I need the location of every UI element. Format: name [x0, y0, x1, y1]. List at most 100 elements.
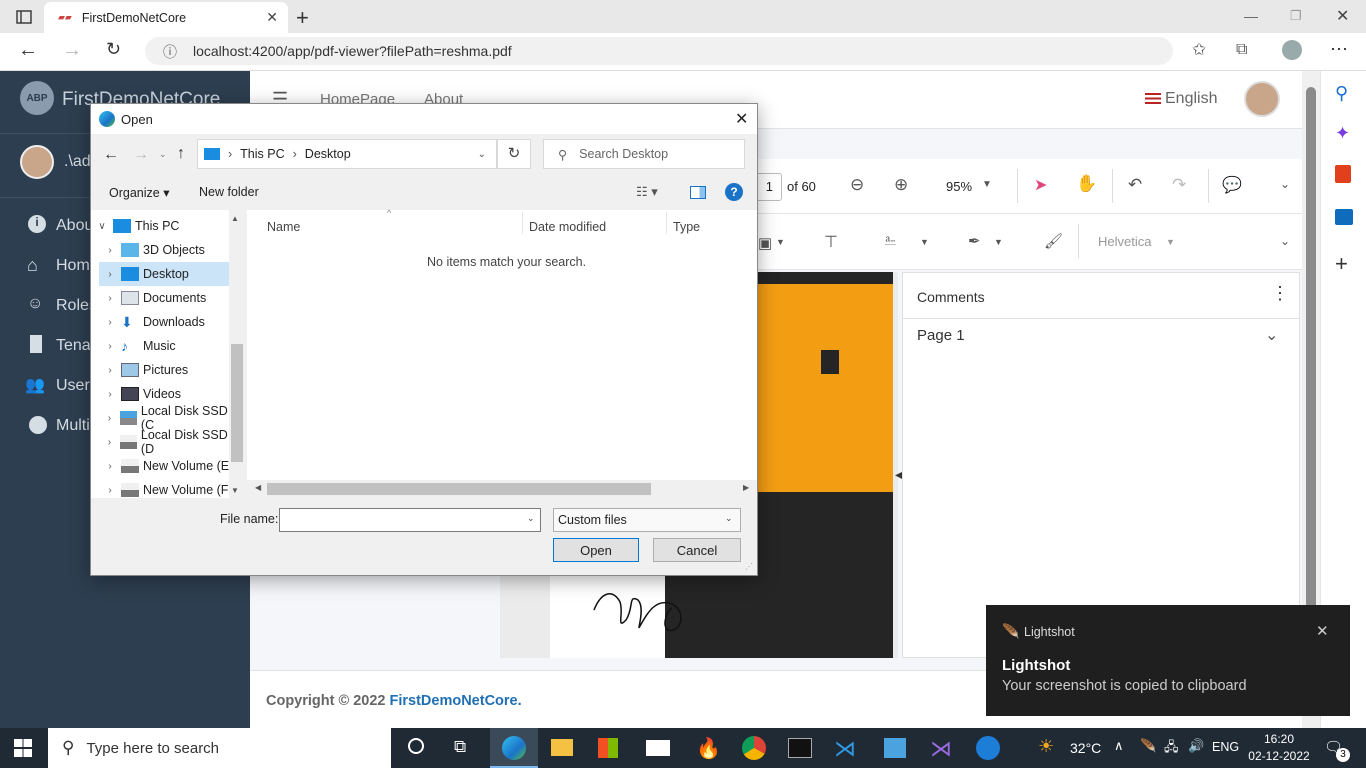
footer-brand-link[interactable]: FirstDemoNetCore. — [390, 693, 522, 709]
file-name-input[interactable] — [279, 508, 541, 532]
breadcrumb-this-pc[interactable]: This PC — [240, 147, 284, 161]
comment-icon[interactable]: 💬 — [1222, 175, 1242, 195]
settings-more-icon[interactable]: ⋯ — [1330, 39, 1348, 60]
scroll-up-icon[interactable]: ▲ — [231, 214, 239, 223]
file-name-dropdown-icon[interactable]: ⌄ — [527, 513, 535, 524]
tree-item-pictures[interactable]: › Pictures — [99, 358, 239, 382]
pan-tool-icon[interactable]: ✋ — [1076, 174, 1097, 194]
dialog-close-icon[interactable]: ✕ — [735, 109, 748, 129]
page-scrollbar-thumb[interactable] — [1306, 87, 1316, 617]
scroll-right-icon[interactable]: ▶ — [743, 483, 749, 492]
chevron-right-icon[interactable]: › — [99, 389, 121, 400]
window-close-icon[interactable]: ✕ — [1336, 6, 1349, 26]
signature-chevron-icon[interactable]: ▼ — [920, 237, 929, 247]
view-options-icon[interactable]: ☷ ▾ — [636, 184, 658, 200]
file-type-dropdown-icon[interactable]: ⌄ — [725, 513, 733, 524]
chevron-down-icon[interactable]: ⌄ — [1265, 325, 1278, 345]
office-icon[interactable] — [1335, 165, 1351, 183]
tree-item-this-pc[interactable]: ∨ This PC — [91, 214, 231, 238]
signature-icon[interactable]: ⎁ — [884, 232, 897, 250]
lightshot-tray-icon[interactable]: 🪶 — [1140, 738, 1156, 754]
chevron-right-icon[interactable]: › — [99, 269, 121, 280]
windows-start-icon[interactable] — [14, 739, 32, 757]
user-name[interactable]: .\ad — [64, 153, 91, 171]
hscrollbar-thumb[interactable] — [267, 483, 651, 495]
scroll-down-icon[interactable]: ▼ — [231, 486, 239, 495]
font-family-dropdown[interactable]: Helvetica — [1098, 234, 1151, 249]
ink-tool-icon[interactable]: ✒ — [968, 232, 981, 250]
preview-pane-icon[interactable] — [690, 186, 706, 199]
tree-item-documents[interactable]: › Documents — [99, 286, 239, 310]
cortana-icon[interactable] — [408, 738, 424, 754]
tree-item-videos[interactable]: › Videos — [99, 382, 239, 406]
brush-icon[interactable]: 🖌 — [1044, 232, 1063, 250]
visual-studio-icon[interactable]: ⋊ — [930, 736, 952, 762]
selection-tool-icon[interactable]: ➤ — [1034, 175, 1047, 195]
weather-icon[interactable]: ☀ — [1038, 736, 1054, 757]
temperature[interactable]: 32°C — [1070, 740, 1101, 756]
zoom-in-icon[interactable]: ⊕ — [894, 175, 908, 195]
chevron-right-icon[interactable]: › — [99, 293, 121, 304]
comments-menu-icon[interactable]: ⋮ — [1271, 283, 1289, 304]
search-icon[interactable]: ⚲ — [1335, 83, 1348, 104]
column-name[interactable]: Name — [267, 220, 300, 234]
favorites-icon[interactable]: ✩ — [1192, 40, 1206, 60]
input-language[interactable]: ENG — [1212, 740, 1239, 754]
redo-icon[interactable]: ↷ — [1172, 175, 1186, 195]
help-icon[interactable]: ? — [725, 183, 743, 201]
taskbar-edge[interactable] — [490, 728, 538, 768]
up-folder-icon[interactable]: ↑ — [177, 145, 185, 163]
minimize-icon[interactable]: — — [1244, 8, 1258, 24]
chrome-icon[interactable] — [742, 736, 766, 760]
close-tab-icon[interactable]: ✕ — [266, 9, 278, 26]
terminal-icon[interactable] — [788, 738, 812, 758]
stamp-chevron-icon[interactable]: ▼ — [776, 237, 785, 247]
url-bar[interactable]: ⓘ localhost:4200/app/pdf-viewer?filePath… — [145, 37, 1173, 65]
vscode-icon[interactable]: ⋊ — [834, 736, 856, 762]
file-explorer-icon[interactable] — [551, 739, 573, 756]
dialog-forward-icon[interactable]: → — [133, 146, 149, 164]
chevron-right-icon[interactable]: › — [99, 245, 121, 256]
notification-toast[interactable]: 🪶 Lightshot ✕ Lightshot Your screenshot … — [986, 605, 1350, 716]
file-list[interactable]: ^ Name Date modified Type No items match… — [247, 208, 757, 498]
tree-item-downloads[interactable]: › ⬇ Downloads — [99, 310, 239, 334]
discover-icon[interactable]: ✦ — [1335, 123, 1350, 144]
volume-icon[interactable]: 🔊 — [1188, 738, 1204, 754]
tree-item-desktop[interactable]: › Desktop — [99, 262, 229, 286]
tree-item-new-volume-f[interactable]: › New Volume (F:) — [99, 478, 239, 502]
chevron-down-icon[interactable]: ∨ — [91, 221, 113, 232]
clock-time[interactable]: 16:20 — [1250, 732, 1308, 746]
chevron-right-icon[interactable]: › — [99, 461, 121, 472]
chevron-right-icon[interactable]: › — [99, 437, 120, 448]
tree-scrollbar[interactable]: ▲ ▼ — [229, 210, 245, 498]
nav-item-about[interactable]: Abou — [56, 217, 93, 235]
header-avatar[interactable] — [1244, 81, 1280, 117]
tree-item-local-disk-c[interactable]: › Local Disk SSD (C — [99, 404, 239, 432]
nav-item-tenants[interactable]: Tena — [56, 337, 91, 355]
tree-scrollbar-thumb[interactable] — [231, 344, 243, 462]
toolbar2-more-icon[interactable]: ⌄ — [1280, 234, 1290, 248]
tab-actions-icon[interactable] — [14, 8, 34, 26]
chevron-right-icon[interactable]: › — [99, 317, 121, 328]
cancel-button[interactable]: Cancel — [653, 538, 741, 562]
breadcrumb-desktop[interactable]: Desktop — [305, 147, 351, 161]
dialog-refresh-icon[interactable]: ↻ — [497, 139, 531, 169]
tree-item-local-disk-d[interactable]: › Local Disk SSD (D — [99, 428, 239, 456]
remote-desktop-icon[interactable] — [884, 738, 906, 758]
mail-icon[interactable] — [646, 740, 670, 756]
refresh-icon[interactable]: ↻ — [106, 39, 121, 60]
comments-page-group[interactable]: Page 1 — [917, 327, 965, 344]
show-hidden-icons-icon[interactable]: ∧ — [1114, 738, 1124, 754]
breadcrumb[interactable]: › This PC › Desktop ⌄ — [197, 139, 497, 169]
column-type[interactable]: Type — [673, 220, 700, 234]
taskbar-search-box[interactable]: ⚲ Type here to search — [48, 728, 391, 768]
file-type-select[interactable]: Custom files — [553, 508, 741, 532]
organize-button[interactable]: Organize ▾ — [109, 185, 169, 200]
stamp-tool-icon[interactable]: ▣ — [758, 234, 772, 252]
column-date-modified[interactable]: Date modified — [529, 220, 606, 234]
tree-item-music[interactable]: › ♪ Music — [99, 334, 239, 358]
teamviewer-icon[interactable] — [976, 736, 1000, 760]
outlook-icon[interactable] — [1335, 209, 1353, 225]
tree-item-3d-objects[interactable]: › 3D Objects — [99, 238, 239, 262]
chevron-right-icon[interactable]: › — [99, 365, 121, 376]
